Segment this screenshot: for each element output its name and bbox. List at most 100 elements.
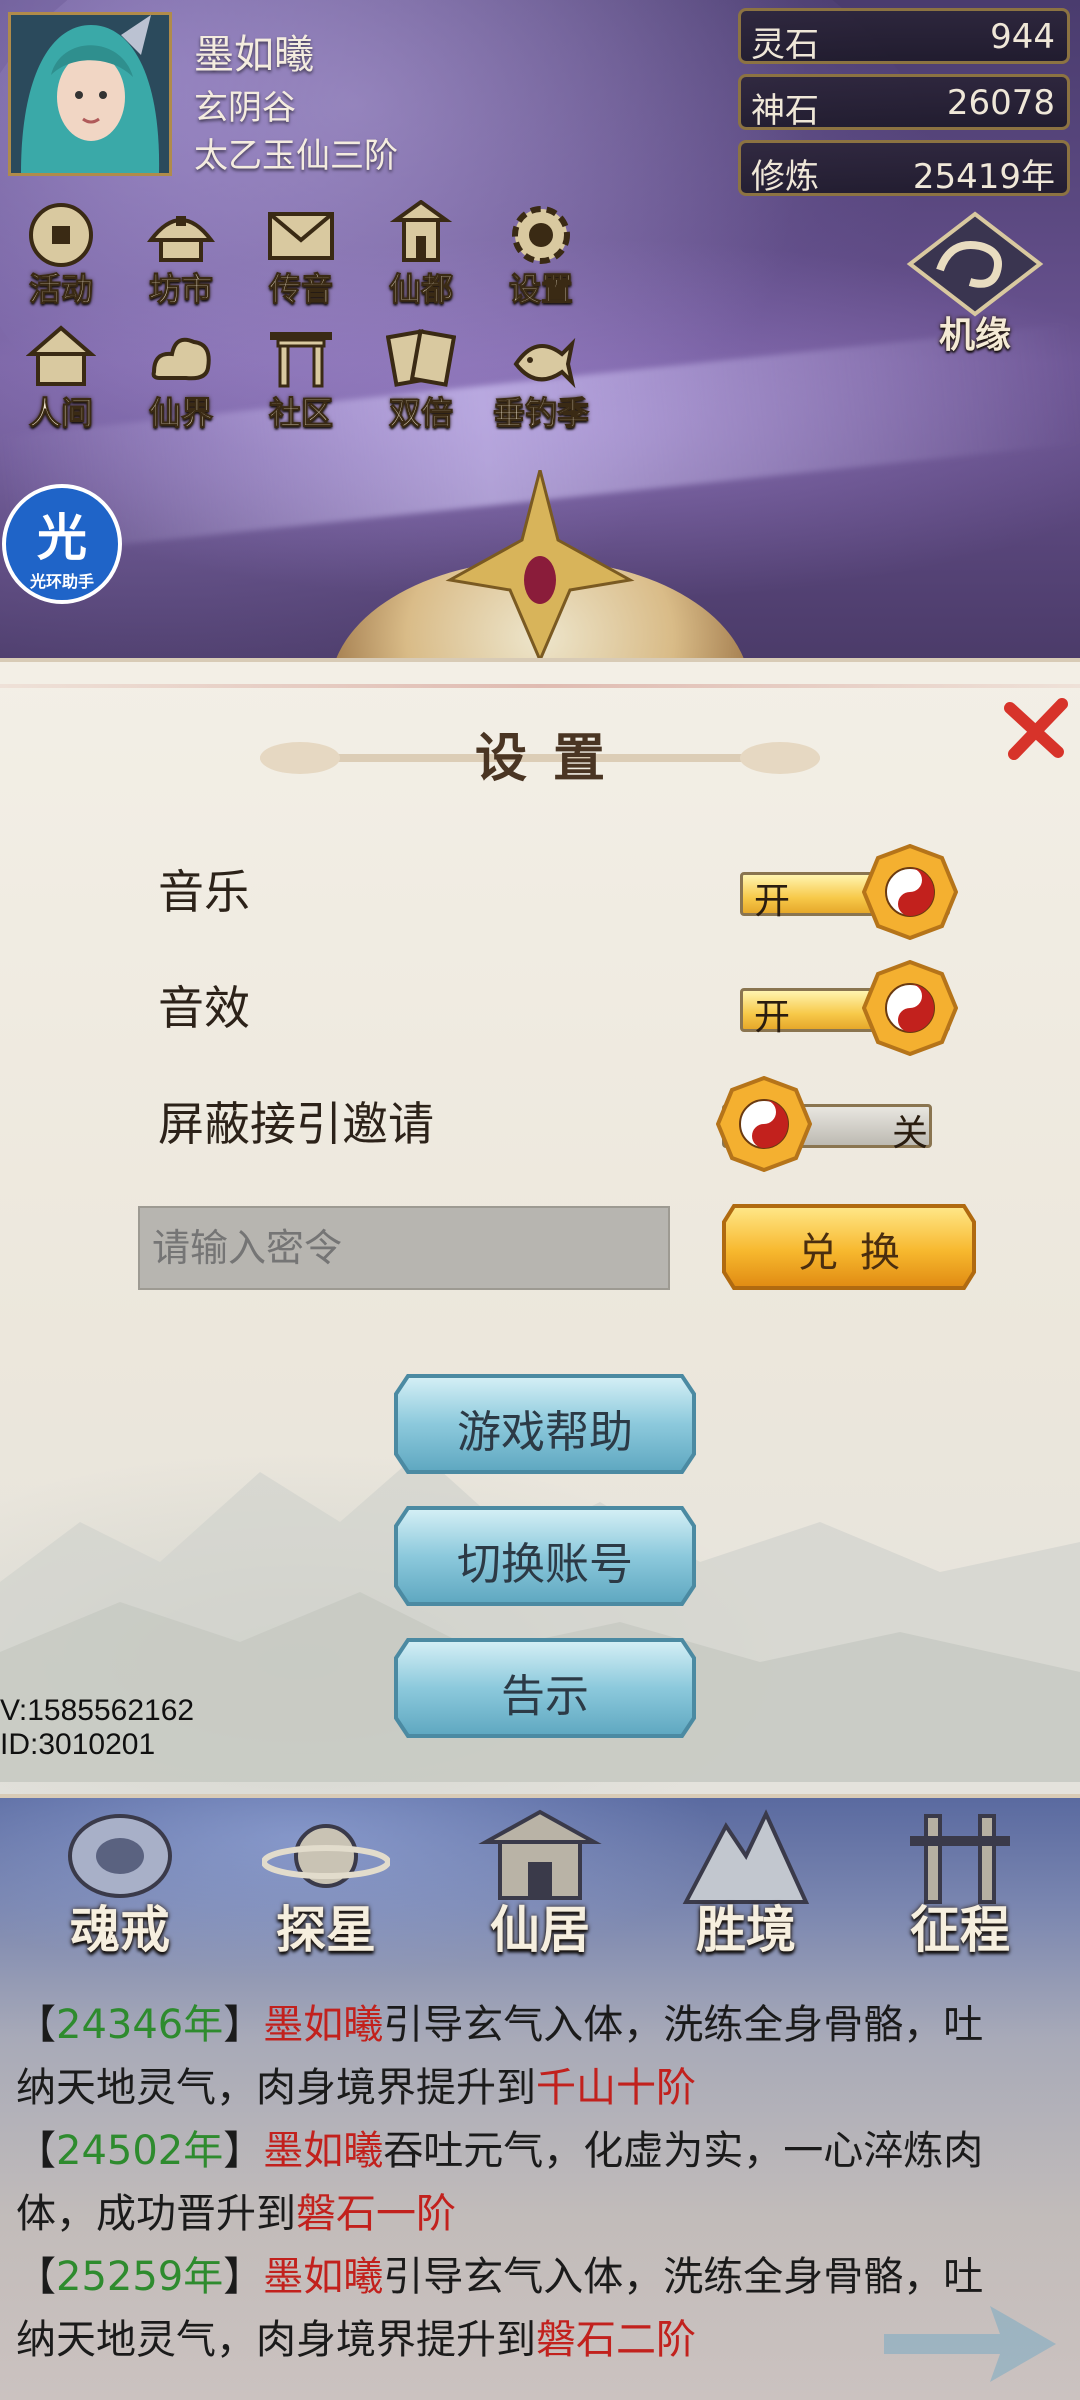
crown-ornament-icon xyxy=(445,470,635,660)
nav-label: 探星 xyxy=(276,1900,376,1959)
nav-soul-ring[interactable]: 魂戒 xyxy=(20,1798,220,1978)
nav-immortal-home[interactable]: 仙居 xyxy=(440,1798,640,1978)
fish-icon xyxy=(513,337,576,389)
dialog-title: 设置 xyxy=(474,728,631,789)
log-line: 体，成功晋升到磐石一阶 xyxy=(16,2183,1066,2246)
music-label: 音乐 xyxy=(158,865,250,919)
nav-label: 魂戒 xyxy=(70,1900,170,1959)
yin-yang-icon xyxy=(716,1076,812,1172)
close-icon[interactable] xyxy=(1004,698,1068,762)
fortune-label: 机缘 xyxy=(938,314,1011,356)
sfx-label: 音效 xyxy=(158,981,250,1035)
game-help-button[interactable]: 游戏帮助 xyxy=(392,1372,698,1476)
game-bottom-area: 魂戒 探星 仙居 胜境 征程 【24346年】墨如曦引导玄气入体，洗练全身骨骼，… xyxy=(0,1798,1080,2400)
player-sect: 玄阴谷 xyxy=(194,88,296,128)
menu-label: 仙界 xyxy=(148,394,213,433)
nav-label: 胜境 xyxy=(696,1900,796,1959)
menu-fishing-season[interactable]: 垂钓季 xyxy=(486,324,596,444)
temple-icon xyxy=(26,325,96,386)
gate-icon xyxy=(270,332,332,388)
log-year: 25259年 xyxy=(56,2254,224,2300)
double-cards-icon xyxy=(386,329,456,387)
log-rank: 千山十阶 xyxy=(536,2065,696,2111)
nav-journey[interactable]: 征程 xyxy=(860,1798,1060,1978)
settings-dialog: 设置 音乐 开 音效 开 屏蔽接引邀请 关 请输入密令 兑换 游戏帮助 切换账号… xyxy=(0,658,1080,1798)
log-player-name: 墨如曦 xyxy=(263,2002,384,2048)
coin-icon xyxy=(29,203,93,267)
menu-settings[interactable]: 设置 xyxy=(486,200,596,320)
resource-spirit-stone[interactable]: 灵石 944 xyxy=(738,8,1070,65)
menu-immortal-realm[interactable]: 仙界 xyxy=(126,324,236,444)
menu-mortal-realm[interactable]: 人间 xyxy=(6,324,116,444)
block-invite-label: 屏蔽接引邀请 xyxy=(158,1097,434,1151)
fortune-button[interactable]: 机缘 xyxy=(900,210,1050,370)
nav-label: 仙居 xyxy=(490,1900,590,1959)
helper-glyph: 光 xyxy=(37,509,87,567)
notice-button[interactable]: 告示 xyxy=(392,1636,698,1740)
helper-floating-button[interactable]: 光 光环助手 xyxy=(2,484,122,604)
menu-label: 社区 xyxy=(268,394,333,433)
log-text: 引导玄气入体，洗练全身骨骼，吐 xyxy=(383,2254,984,2300)
log-text: 纳天地灵气，肉身境界提升到 xyxy=(16,2065,536,2111)
nav-label: 征程 xyxy=(910,1900,1010,1959)
music-toggle[interactable]: 开 xyxy=(734,844,958,940)
player-avatar[interactable] xyxy=(8,12,172,176)
resource-value: 26078 xyxy=(946,83,1055,123)
player-rank: 太乙玉仙三阶 xyxy=(194,136,398,176)
log-line: 【24502年】墨如曦吞吐元气，化虚为实，一心淬炼肉 xyxy=(16,2120,1066,2183)
menu-double[interactable]: 双倍 xyxy=(366,324,476,444)
game-top-area: 墨如曦 玄阴谷 太乙玉仙三阶 灵石 944 神石 26078 修炼 25419年… xyxy=(0,0,1080,660)
arrow-right-icon[interactable] xyxy=(880,2298,1060,2388)
menu-activity[interactable]: 活动 xyxy=(6,200,116,320)
block-invite-toggle[interactable]: 关 xyxy=(716,1076,940,1172)
gear-icon xyxy=(512,206,570,264)
cloud-icon xyxy=(151,337,211,381)
resource-divine-stone[interactable]: 神石 26078 xyxy=(738,74,1070,131)
menu-capital[interactable]: 仙都 xyxy=(366,200,476,320)
menu-community[interactable]: 社区 xyxy=(246,324,356,444)
nav-explore-stars[interactable]: 探星 xyxy=(226,1798,426,1978)
log-player-name: 墨如曦 xyxy=(263,2128,384,2174)
menu-label: 坊市 xyxy=(148,270,213,309)
button-label: 告示 xyxy=(501,1671,589,1722)
switch-account-button[interactable]: 切换账号 xyxy=(392,1504,698,1608)
redeem-label: 兑换 xyxy=(798,1230,922,1276)
avatar-portrait-icon xyxy=(11,15,169,173)
sfx-toggle[interactable]: 开 xyxy=(734,960,958,1056)
menu-label: 设置 xyxy=(508,270,573,309)
log-text: 纳天地灵气，肉身境界提升到 xyxy=(16,2317,536,2363)
yin-yang-icon xyxy=(862,960,958,1056)
log-line: 【24346年】墨如曦引导玄气入体，洗练全身骨骼，吐 xyxy=(16,1994,1066,2057)
menu-label: 双倍 xyxy=(388,394,453,433)
log-bracket: 【 xyxy=(16,2002,56,2048)
log-text: 体，成功晋升到 xyxy=(16,2191,296,2237)
resource-cultivation[interactable]: 修炼 25419年 xyxy=(738,140,1070,197)
toggle-state: 关 xyxy=(892,1113,929,1154)
log-year: 24346年 xyxy=(56,2002,224,2048)
resource-value: 25419年 xyxy=(912,157,1055,197)
market-icon xyxy=(146,216,216,262)
nav-scenic[interactable]: 胜境 xyxy=(646,1798,846,1978)
menu-label: 传音 xyxy=(268,270,333,309)
envelope-icon xyxy=(268,212,334,260)
fortune-emblem-icon xyxy=(906,211,1044,317)
log-bracket: 【 xyxy=(16,2128,56,2174)
log-player-name: 墨如曦 xyxy=(263,2254,384,2300)
helper-label: 光环助手 xyxy=(29,572,94,591)
secret-code-input[interactable] xyxy=(138,1206,670,1290)
log-bracket: 】 xyxy=(223,2254,264,2300)
redeem-button[interactable]: 兑换 xyxy=(720,1202,978,1292)
log-text: 吞吐元气，化虚为实，一心淬炼肉 xyxy=(383,2128,984,2174)
toggle-state: 开 xyxy=(754,881,791,922)
log-rank: 磐石二阶 xyxy=(536,2317,696,2363)
toggle-state: 开 xyxy=(754,997,791,1038)
button-label: 游戏帮助 xyxy=(457,1407,633,1458)
log-year: 24502年 xyxy=(56,2128,224,2174)
menu-market[interactable]: 坊市 xyxy=(126,200,236,320)
log-bracket: 【 xyxy=(16,2254,56,2300)
player-name: 墨如曦 xyxy=(194,32,314,78)
menu-message[interactable]: 传音 xyxy=(246,200,356,320)
log-rank: 磐石一阶 xyxy=(296,2191,456,2237)
yin-yang-icon xyxy=(862,844,958,940)
menu-label: 人间 xyxy=(28,394,93,433)
